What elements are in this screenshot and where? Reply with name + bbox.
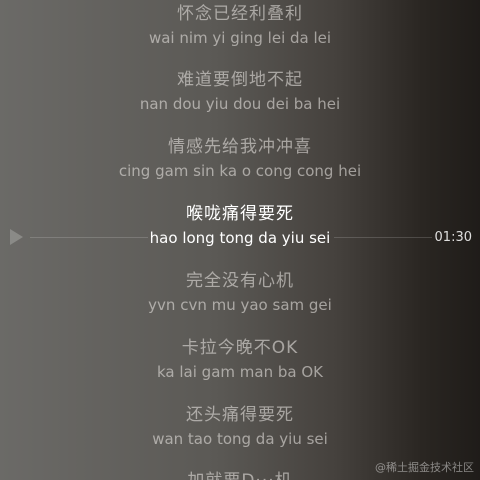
- lyric-chinese: 还头痛得要死: [186, 405, 294, 425]
- lyric-romanization: nan dou yiu dou dei ba hei: [139, 95, 341, 113]
- lyric-chinese: 情感先给我冲冲喜: [168, 137, 312, 157]
- watermark: @稀土掘金技术社区: [375, 461, 474, 474]
- lyric-line-current[interactable]: 喉咙痛得要死 hao long tong da yiu sei: [0, 203, 480, 249]
- lyric-line[interactable]: 难道要倒地不起 nan dou yiu dou dei ba hei: [0, 69, 480, 115]
- lyric-chinese: 喉咙痛得要死: [186, 204, 294, 224]
- lyric-line[interactable]: 情感先给我冲冲喜 cing gam sin ka o cong cong hei: [0, 136, 480, 182]
- lyric-romanization: yvn cvn mu yao sam gei: [148, 296, 332, 314]
- lyric-chinese: 难道要倒地不起: [177, 70, 303, 90]
- lyric-line[interactable]: 怀念已经利叠利 wai nim yi ging lei da lei: [0, 3, 480, 49]
- lyric-line[interactable]: 卡拉今晚不OK ka lai gam man ba OK: [0, 337, 480, 383]
- lyric-chinese: 怀念已经利叠利: [177, 4, 303, 24]
- lyric-romanization: hao long tong da yiu sei: [149, 229, 331, 247]
- lyric-line[interactable]: 还头痛得要死 wan tao tong da yiu sei: [0, 404, 480, 450]
- lyrics-view[interactable]: 怀念已经利叠利 wai nim yi ging lei da lei 难道要倒地…: [0, 0, 480, 480]
- lyric-romanization: ka lai gam man ba OK: [157, 363, 323, 381]
- lyric-chinese: 完全没有心机: [186, 271, 294, 291]
- lyric-chinese: 卡拉今晚不OK: [181, 338, 299, 358]
- lyric-romanization: wai nim yi ging lei da lei: [148, 29, 332, 47]
- lyric-romanization: wan tao tong da yiu sei: [152, 430, 328, 448]
- lyric-line[interactable]: 完全没有心机 yvn cvn mu yao sam gei: [0, 270, 480, 316]
- lyric-romanization: cing gam sin ka o cong cong hei: [118, 162, 362, 180]
